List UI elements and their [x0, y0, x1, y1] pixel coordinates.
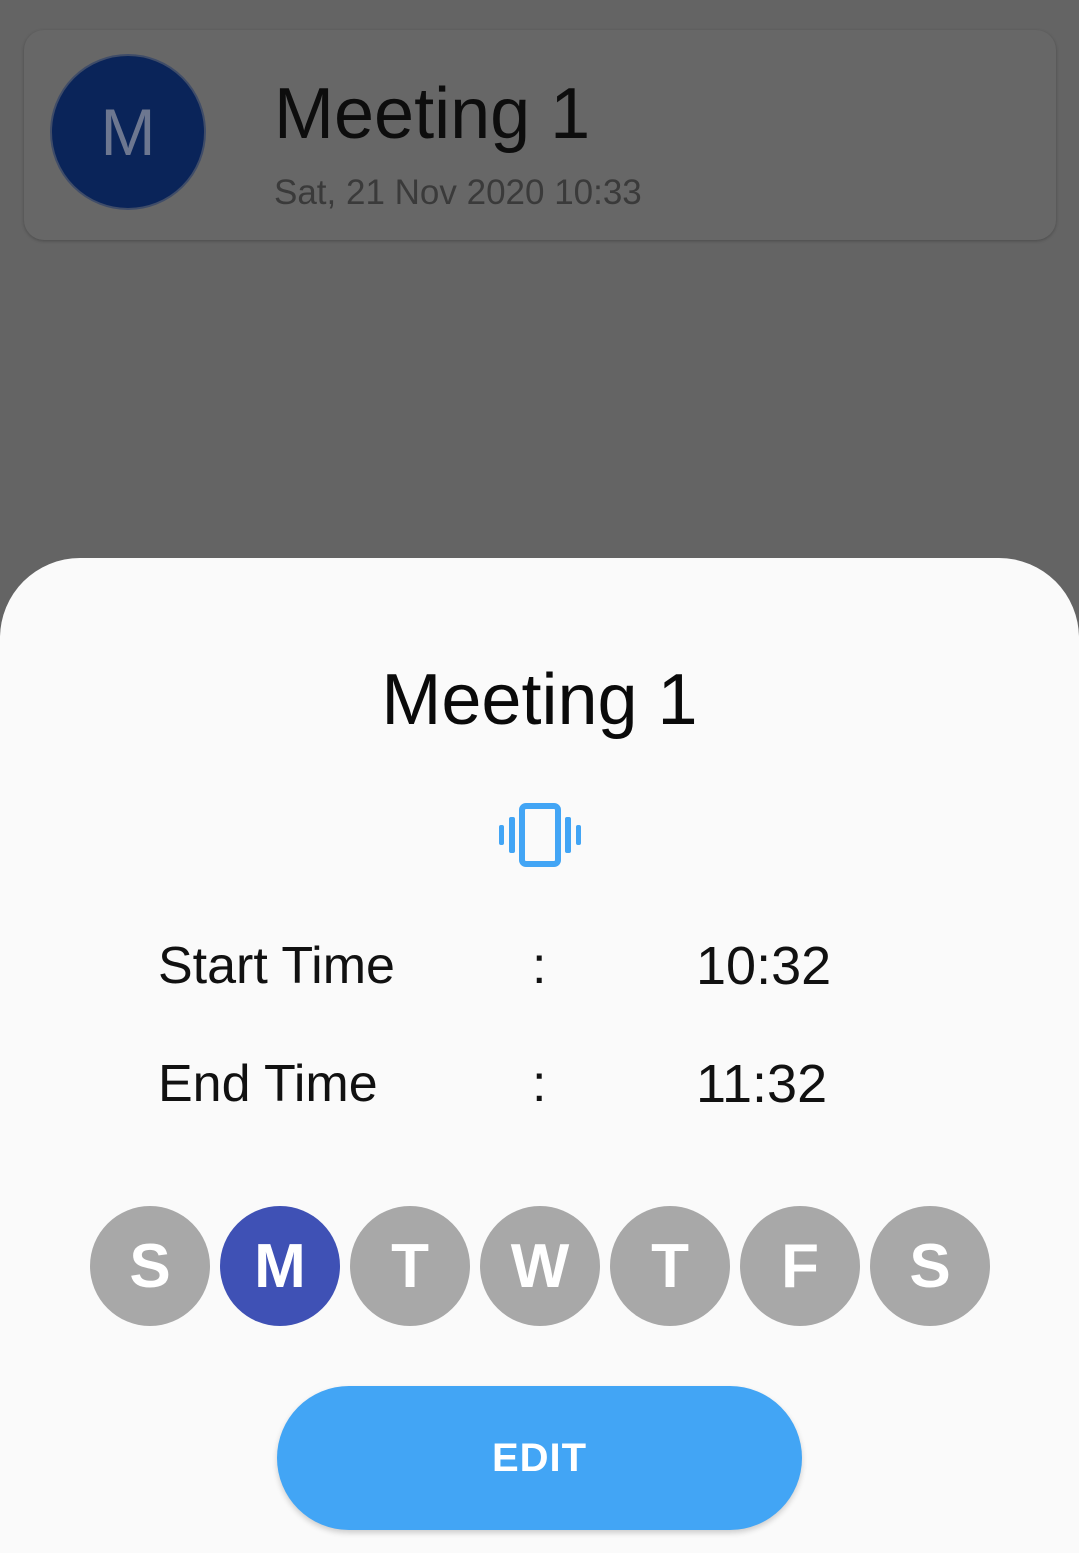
bottom-sheet: Meeting 1 Start Time : 10:32 End Time : … [0, 558, 1079, 1553]
list-item-title: Meeting 1 [274, 74, 591, 154]
meeting-list-item[interactable]: M Meeting 1 Sat, 21 Nov 2020 10:33 [24, 30, 1056, 240]
day-monday[interactable]: M [220, 1206, 340, 1326]
sheet-title: Meeting 1 [381, 660, 698, 740]
day-friday[interactable]: F [740, 1206, 860, 1326]
list-item-datetime: Sat, 21 Nov 2020 10:33 [274, 173, 642, 212]
weekday-selector: S M T W T F S [90, 1206, 990, 1326]
day-saturday[interactable]: S [870, 1206, 990, 1326]
day-tuesday[interactable]: T [350, 1206, 470, 1326]
vibrate-icon [499, 803, 581, 867]
end-time-separator: : [532, 1055, 547, 1113]
end-time-value: 11:32 [696, 1054, 828, 1114]
avatar: M [50, 54, 206, 210]
day-sunday[interactable]: S [90, 1206, 210, 1326]
start-time-label: Start Time [158, 937, 395, 995]
start-time-separator: : [532, 937, 547, 995]
day-thursday[interactable]: T [610, 1206, 730, 1326]
edit-button[interactable]: EDIT [277, 1386, 802, 1530]
start-time-value: 10:32 [696, 936, 832, 996]
day-wednesday[interactable]: W [480, 1206, 600, 1326]
end-time-label: End Time [158, 1055, 378, 1113]
